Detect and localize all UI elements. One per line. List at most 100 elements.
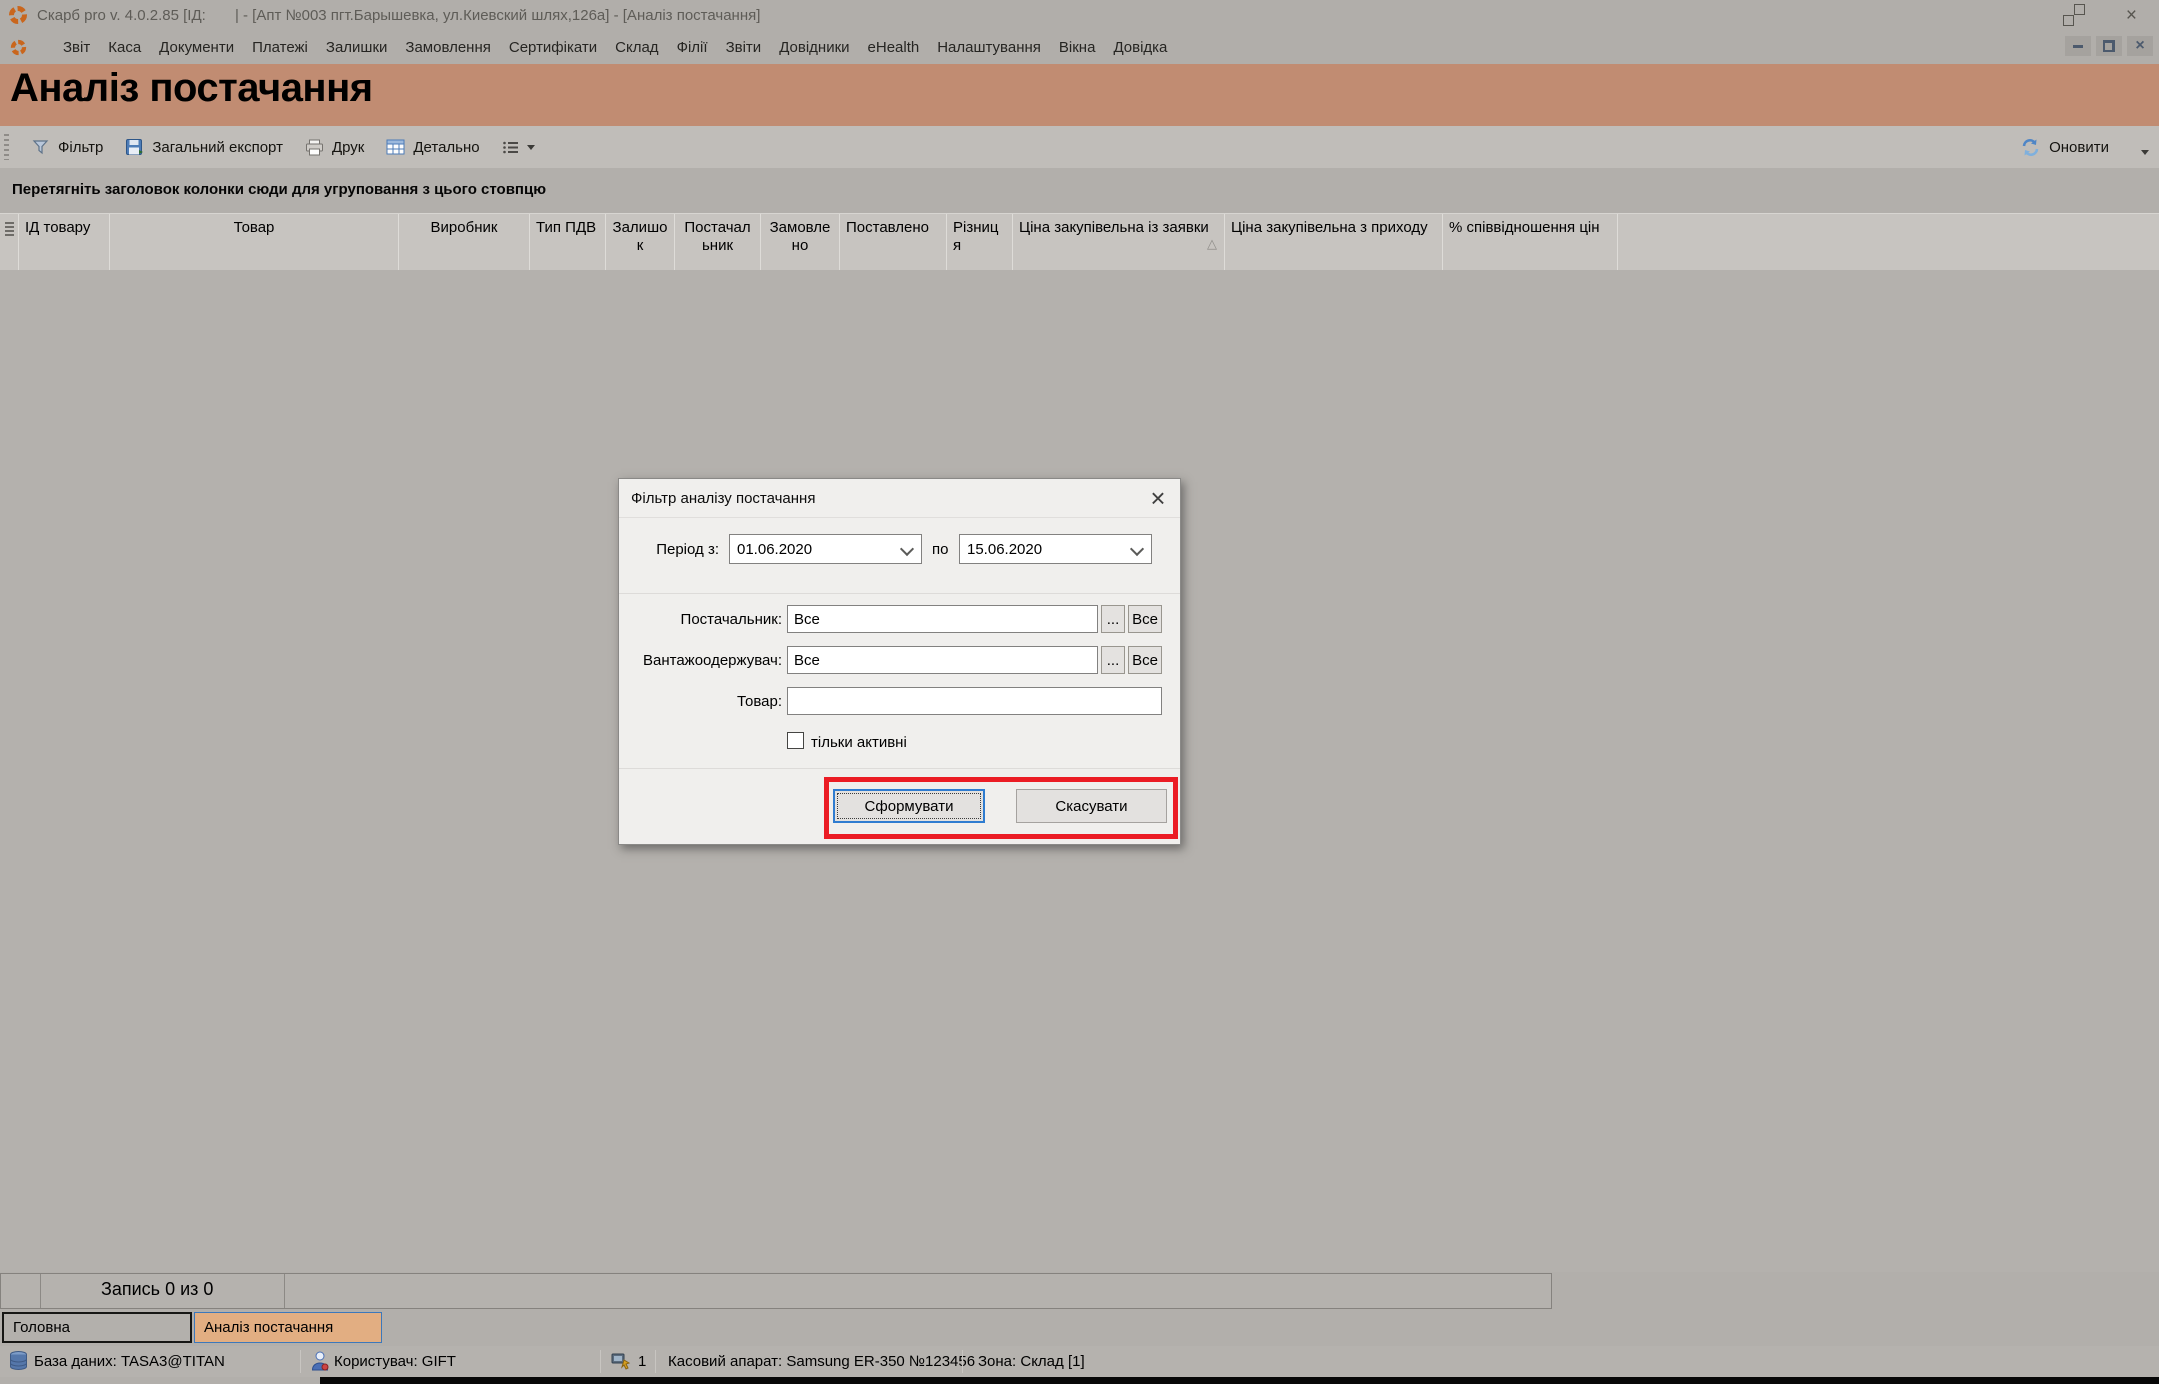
- row-indicator-header: [0, 214, 19, 271]
- refresh-button[interactable]: Оновити: [2009, 130, 2120, 164]
- supplier-input[interactable]: Все: [787, 605, 1098, 633]
- column-header[interactable]: Різниця: [947, 214, 1013, 271]
- product-input[interactable]: [787, 687, 1162, 715]
- page-header-band: Аналіз постачання: [0, 64, 2159, 126]
- period-to-label: по: [932, 541, 948, 558]
- supplier-all-button[interactable]: Все: [1128, 605, 1162, 633]
- grid-header-filler: [1618, 214, 2159, 271]
- document-tab[interactable]: Аналіз постачання: [194, 1312, 382, 1343]
- group-by-hint: Перетягніть заголовок колонки сюди для у…: [0, 168, 2159, 198]
- mdi-restore-button[interactable]: [2096, 36, 2122, 56]
- menu-item[interactable]: Вікна: [1050, 35, 1105, 60]
- funnel-icon: [32, 139, 50, 156]
- column-header-label: Тип ПДВ: [536, 219, 596, 236]
- sort-ascending-icon: △: [1207, 235, 1217, 253]
- period-from-label: Період з:: [637, 541, 719, 558]
- menu-item[interactable]: eHealth: [859, 35, 929, 60]
- view-options-button[interactable]: [491, 130, 546, 164]
- dialog-titlebar[interactable]: Фільтр аналізу постачання: [619, 479, 1180, 518]
- chevron-down-icon: [527, 145, 535, 150]
- grid-header: ІД товару Товар Виробник Тип ПДВ Залишок: [0, 213, 2159, 271]
- consignee-all-label: Все: [1132, 652, 1158, 669]
- mdi-minimize-button[interactable]: [2065, 36, 2091, 56]
- close-button[interactable]: ×: [2126, 6, 2137, 25]
- toolbar-overflow-button[interactable]: [2141, 150, 2149, 155]
- grip-icon: [5, 222, 14, 236]
- app-logo-icon: [8, 5, 28, 25]
- menu-item[interactable]: Платежі: [243, 35, 317, 60]
- minimize-icon: [2073, 45, 2083, 48]
- group-by-panel[interactable]: Перетягніть заголовок колонки сюди для у…: [0, 168, 2159, 213]
- menu-item[interactable]: Звіти: [717, 35, 771, 60]
- menu-item[interactable]: Замовлення: [396, 35, 499, 60]
- menu-item[interactable]: Філії: [668, 35, 717, 60]
- document-tab[interactable]: Головна: [2, 1312, 192, 1343]
- consignee-browse-button[interactable]: ...: [1101, 646, 1125, 674]
- column-header-label: Поставлено: [846, 219, 929, 236]
- menu-app-icon: [10, 39, 27, 56]
- toolbar: Фільтр Загальний експорт Друк: [0, 126, 2159, 168]
- consignee-input[interactable]: Все: [787, 646, 1098, 674]
- generate-button[interactable]: Сформувати: [833, 789, 985, 823]
- menu-item[interactable]: Залишки: [317, 35, 397, 60]
- only-active-checkbox[interactable]: [787, 732, 804, 749]
- status-bar: База даних: TASA3@TITAN Користувач: GIFT…: [0, 1346, 2159, 1377]
- mdi-window-controls: ×: [2065, 36, 2153, 56]
- connection-count: 1: [638, 1353, 646, 1370]
- cancel-button[interactable]: Скасувати: [1016, 789, 1167, 823]
- status-divider: [600, 1350, 601, 1373]
- close-icon: ×: [2126, 5, 2137, 26]
- menu-item[interactable]: Документи: [150, 35, 243, 60]
- export-button-label: Загальний експорт: [152, 139, 283, 156]
- record-navigator-panel: Запись 0 из 0: [0, 1273, 1552, 1309]
- column-header[interactable]: ІД товару: [19, 214, 110, 271]
- period-from-combobox[interactable]: 01.06.2020: [729, 534, 922, 564]
- dialog-title: Фільтр аналізу постачання: [631, 490, 815, 507]
- column-header[interactable]: Залишок: [606, 214, 675, 271]
- print-button-label: Друк: [332, 139, 364, 156]
- menu-item[interactable]: Довідка: [1104, 35, 1176, 60]
- floppy-export-icon: [125, 138, 144, 156]
- column-header[interactable]: Постачальник: [675, 214, 761, 271]
- status-divider: [300, 1350, 301, 1373]
- print-button[interactable]: Друк: [294, 130, 375, 164]
- column-header[interactable]: Тип ПДВ: [530, 214, 606, 271]
- period-from-value: 01.06.2020: [737, 541, 812, 558]
- consignee-all-button[interactable]: Все: [1128, 646, 1162, 674]
- column-header[interactable]: Ціна закупівельна з приходу: [1225, 214, 1443, 271]
- menu-item[interactable]: Довідники: [770, 35, 858, 60]
- column-header-label: Постачальник: [684, 219, 750, 254]
- record-count-label: Запись 0 из 0: [101, 1279, 213, 1300]
- column-header-label: % співвідношення цін: [1449, 219, 1600, 236]
- column-header[interactable]: Ціна закупівельна із заявки △: [1013, 214, 1225, 271]
- menu-item[interactable]: Сертифікати: [500, 35, 606, 60]
- column-header[interactable]: Виробник: [399, 214, 530, 271]
- dialog-close-button[interactable]: ×: [1142, 482, 1174, 514]
- filter-button-label: Фільтр: [58, 139, 103, 156]
- menu-item[interactable]: Каса: [99, 35, 150, 60]
- details-button[interactable]: Детально: [375, 130, 490, 164]
- record-divider: [40, 1274, 41, 1308]
- export-button[interactable]: Загальний експорт: [114, 130, 294, 164]
- dialog-separator: [619, 593, 1180, 594]
- menu-item[interactable]: Склад: [606, 35, 667, 60]
- period-to-combobox[interactable]: 15.06.2020: [959, 534, 1152, 564]
- supplier-browse-button[interactable]: ...: [1101, 605, 1125, 633]
- column-header[interactable]: % співвідношення цін: [1443, 214, 1618, 271]
- details-button-label: Детально: [413, 139, 479, 156]
- column-header[interactable]: Товар: [110, 214, 399, 271]
- column-header[interactable]: Замовлено: [761, 214, 840, 271]
- menu-item[interactable]: Налаштування: [928, 35, 1050, 60]
- toolbar-grip[interactable]: [4, 134, 9, 160]
- document-tabs: Головна Аналіз постачання: [0, 1310, 2159, 1346]
- ellipsis-icon: ...: [1107, 611, 1120, 628]
- status-divider: [962, 1350, 963, 1373]
- column-header[interactable]: Поставлено: [840, 214, 947, 271]
- chevron-down-icon: [2141, 150, 2149, 155]
- filter-button[interactable]: Фільтр: [21, 130, 114, 164]
- window-title: Скарб pro v. 4.0.2.85 [ІД: | - [Апт №003…: [37, 7, 760, 24]
- menu-item[interactable]: Звіт: [54, 35, 99, 60]
- zone-status: Зона: Склад [1]: [978, 1353, 1085, 1370]
- chevron-down-icon: [900, 542, 914, 556]
- mdi-close-button[interactable]: ×: [2127, 36, 2153, 56]
